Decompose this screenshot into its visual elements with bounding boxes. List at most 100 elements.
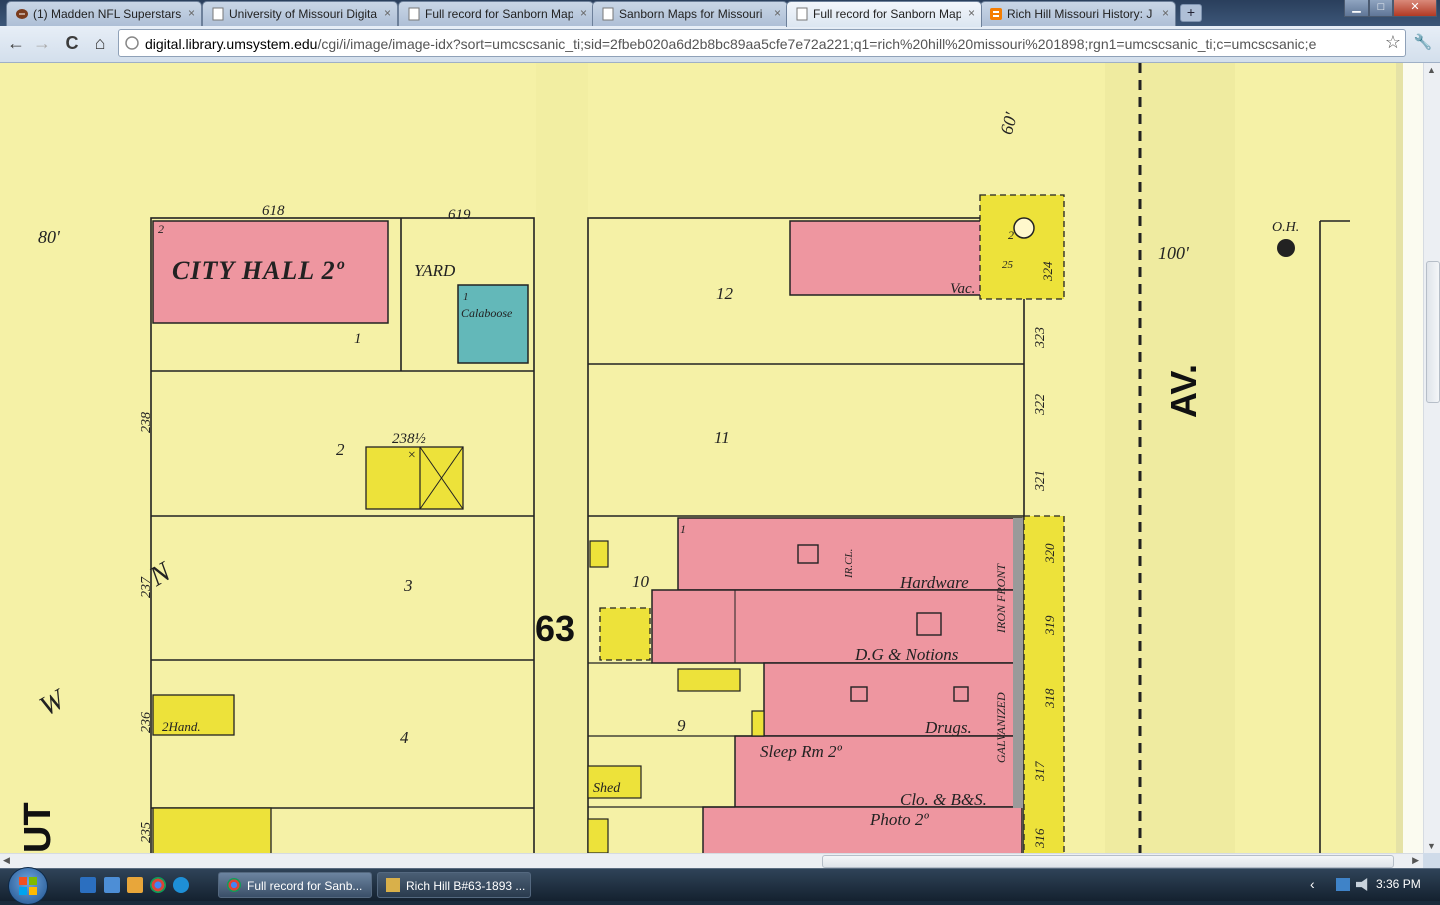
- av-label: AV.: [1163, 364, 1204, 418]
- page-info-icon[interactable]: [125, 36, 139, 50]
- yard-label: YARD: [414, 261, 456, 280]
- story-mark: 25: [1002, 259, 1014, 271]
- oh-label: O.H.: [1272, 220, 1299, 235]
- tab-umdigital[interactable]: University of Missouri Digital ×: [202, 1, 398, 26]
- dimension-100: 100': [1158, 243, 1190, 263]
- address-bar[interactable]: digital.library.umsystem.edu/cgi/i/image…: [118, 29, 1406, 57]
- address-317: 317: [1032, 761, 1047, 782]
- vac-label: Vac.: [950, 281, 975, 297]
- tab-title: Full record for Sanborn Map: [813, 7, 961, 21]
- calaboose-label: Calaboose: [461, 306, 513, 320]
- tab-close-icon[interactable]: ×: [1162, 6, 1169, 20]
- address-323: 323: [1033, 327, 1048, 349]
- tab-close-icon[interactable]: ×: [580, 6, 587, 20]
- url-text[interactable]: digital.library.umsystem.edu/cgi/i/image…: [145, 36, 1375, 52]
- address-322: 322: [1033, 394, 1048, 416]
- shed-label: Shed: [593, 781, 621, 796]
- taskbar-item-title: Rich Hill B#63-1893 ...: [406, 879, 526, 893]
- taskbar-item-chrome[interactable]: Full record for Sanb...: [218, 872, 372, 898]
- maximize-button[interactable]: □: [1369, 0, 1393, 17]
- story-mark: 1: [680, 522, 686, 536]
- scroll-right-arrow-icon[interactable]: ▶: [1412, 855, 1419, 866]
- scroll-up-arrow-icon[interactable]: ▲: [1427, 65, 1436, 75]
- address-319: 319: [1042, 615, 1057, 636]
- windows-logo-icon: [19, 877, 37, 895]
- galvanized-label: GALVANIZED: [994, 692, 1008, 763]
- address-619: 619: [448, 207, 471, 223]
- page-icon: [212, 7, 224, 21]
- dg-notions-label: D.G & Notions: [854, 645, 959, 664]
- minimize-button[interactable]: ▁: [1344, 0, 1369, 17]
- home-button[interactable]: ⌂: [88, 31, 112, 55]
- scroll-down-arrow-icon[interactable]: ▼: [1427, 841, 1436, 851]
- tab-title: Sanborn Maps for Missouri: [619, 7, 763, 21]
- page-icon: [602, 7, 614, 21]
- close-window-button[interactable]: ✕: [1393, 0, 1437, 17]
- start-button[interactable]: [8, 867, 48, 905]
- address-321: 321: [1033, 470, 1048, 492]
- tab-close-icon[interactable]: ×: [968, 6, 975, 20]
- address-238: 238: [139, 412, 154, 433]
- address-316: 316: [1032, 828, 1047, 849]
- explorer-icon[interactable]: [104, 877, 120, 893]
- photo-label: Photo 2º: [869, 810, 929, 829]
- frame-mark: ×: [407, 448, 416, 463]
- drugs-label: Drugs.: [924, 718, 972, 737]
- page-icon: [796, 7, 808, 21]
- wrench-menu-button[interactable]: 🔧: [1411, 31, 1435, 55]
- tab-fullrecord-active[interactable]: Full record for Sanborn Map ×: [786, 1, 982, 27]
- dimension-80: 80': [38, 227, 61, 247]
- taskbar-item-image[interactable]: Rich Hill B#63-1893 ...: [377, 872, 531, 898]
- media-player-icon[interactable]: [127, 877, 143, 893]
- url-domain: digital.library.umsystem.edu: [145, 36, 318, 52]
- address-318: 318: [1042, 688, 1057, 709]
- vertical-scroll-thumb[interactable]: [1426, 261, 1440, 403]
- street-letters-ut: UT: [17, 802, 59, 853]
- tray-expand-arrow-icon[interactable]: ‹: [1310, 876, 1315, 892]
- scroll-left-arrow-icon[interactable]: ◀: [3, 855, 10, 866]
- horizontal-scrollbar[interactable]: ◀ ▶: [0, 853, 1423, 868]
- bookmark-star-icon[interactable]: ☆: [1385, 32, 1401, 53]
- lot-10: 10: [632, 572, 650, 591]
- address-236: 236: [139, 712, 154, 733]
- reload-button[interactable]: C: [60, 31, 84, 55]
- city-hall-label: CITY HALL 2º: [172, 256, 345, 285]
- page-icon: [408, 7, 420, 21]
- lot-12: 12: [716, 284, 734, 303]
- iron-front-label: IRON FRONT: [994, 563, 1008, 634]
- forward-button[interactable]: →: [30, 31, 54, 55]
- lot-11: 11: [714, 428, 730, 447]
- drug-store: [763, 662, 1023, 737]
- new-tab-button[interactable]: +: [1180, 4, 1202, 22]
- vertical-scrollbar[interactable]: ▲ ▼: [1423, 63, 1440, 853]
- show-desktop-icon[interactable]: [80, 877, 96, 893]
- horizontal-scroll-thumb[interactable]: [822, 855, 1394, 868]
- tab-fullrecord-1[interactable]: Full record for Sanborn Map ×: [398, 1, 594, 26]
- map-viewport[interactable]: CITY HALL 2º YARD Calaboose 63 Hardware …: [0, 63, 1423, 853]
- lot-1: 1: [354, 331, 362, 347]
- chrome-icon[interactable]: [150, 877, 166, 893]
- block-number: 63: [535, 608, 575, 649]
- tab-close-icon[interactable]: ×: [188, 6, 195, 20]
- tab-close-icon[interactable]: ×: [384, 6, 391, 20]
- sanborn-map: CITY HALL 2º YARD Calaboose 63 Hardware …: [0, 63, 1423, 853]
- lot-9: 9: [677, 716, 686, 735]
- volume-icon[interactable]: [1356, 878, 1368, 891]
- calaboose-building: [457, 284, 529, 364]
- second-hand-label: 2Hand.: [162, 719, 201, 734]
- tab-richhill-history[interactable]: Rich Hill Missouri History: J ×: [980, 1, 1176, 26]
- tab-sanborn-missouri[interactable]: Sanborn Maps for Missouri ×: [592, 1, 788, 26]
- address-320: 320: [1042, 543, 1057, 564]
- internet-explorer-icon[interactable]: [173, 877, 189, 893]
- story-mark: 2: [158, 222, 164, 236]
- story-mark: 1: [463, 291, 469, 303]
- hardware-label: Hardware: [899, 573, 969, 592]
- blogger-icon: [990, 8, 1002, 20]
- dry-goods-store: [651, 589, 1023, 664]
- tab-close-icon[interactable]: ×: [774, 6, 781, 20]
- lot-4: 4: [400, 728, 409, 747]
- back-button[interactable]: ←: [4, 31, 28, 55]
- network-icon[interactable]: [1336, 878, 1350, 891]
- clock[interactable]: 3:36 PM: [1376, 877, 1421, 891]
- tab-madden[interactable]: (1) Madden NFL Superstars ×: [6, 1, 202, 26]
